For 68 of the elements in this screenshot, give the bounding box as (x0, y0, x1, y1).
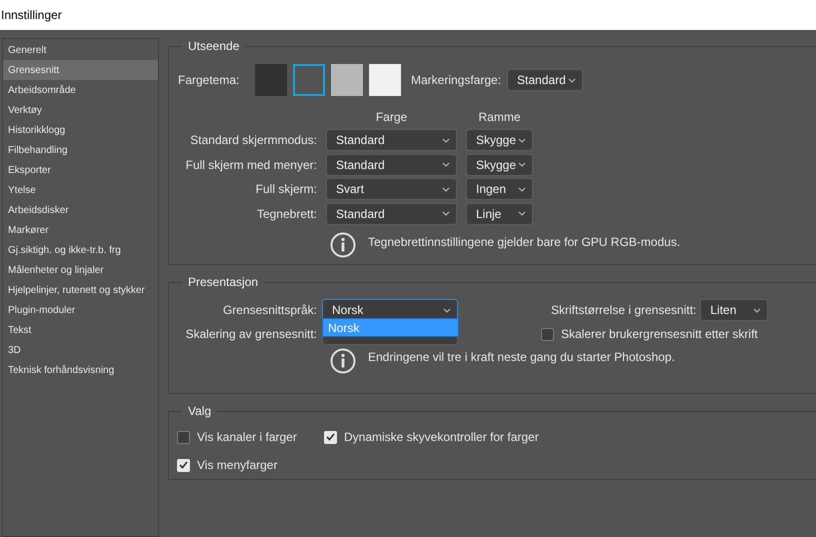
caret-icon (443, 308, 451, 312)
checkbox-label: Dynamiske skyvekontroller for farger (344, 429, 539, 446)
dropdown[interactable]: Standard (326, 129, 457, 151)
sidebar-item[interactable]: Historikklogg (3, 120, 158, 140)
checkbox[interactable] (541, 328, 554, 340)
sidebar-item[interactable]: Målenheter og linjaler (3, 260, 158, 280)
caret-icon (518, 186, 526, 192)
dropdown[interactable]: Ingen (466, 178, 533, 200)
theme-swatch[interactable] (293, 64, 325, 96)
info-note: Endringene vil tre i kraft neste gang du starter Photoshop. (368, 349, 675, 366)
checkbox-label: Vis kanaler i farger (197, 429, 297, 446)
info-note: Tegnebrettinnstillingene gjelder bare for GPU RGB-modus. (368, 234, 680, 250)
field-label: Full skjerm: (254, 181, 317, 198)
sidebar-item[interactable]: Teknisk forhåndsvisning (3, 360, 158, 380)
caret-icon (442, 211, 450, 216)
info-icon (330, 232, 356, 258)
caret-icon (753, 308, 762, 312)
caret-icon (442, 162, 450, 167)
sidebar-item[interactable]: Plugin-moduler (3, 300, 158, 320)
field-label: Grensesnittspråk: (222, 302, 317, 319)
checkbox-label: Vis menyfarger (197, 457, 278, 474)
sidebar-item[interactable]: Grensesnitt (3, 60, 158, 80)
dropdown[interactable]: Standard (326, 202, 457, 224)
dropdown[interactable]: Standard (326, 154, 457, 176)
sidebar-item[interactable]: Tekst (3, 320, 158, 340)
sidebar-item[interactable]: Arbeidsområde (3, 80, 158, 100)
dropdown[interactable]: Standard (507, 69, 584, 91)
theme-swatch[interactable] (331, 64, 363, 96)
sidebar-item[interactable]: Generelt (3, 40, 158, 60)
sidebar-item[interactable]: Markører (3, 220, 158, 240)
field-label: Standard skjermmodus: (189, 132, 317, 149)
field-label: Full skjerm med menyer: (184, 156, 317, 174)
checkbox-label: Skalerer brukergrensesnitt etter skrift (561, 326, 758, 343)
dropdown[interactable]: Skygge (466, 129, 533, 151)
sidebar-item[interactable]: Gj.siktigh. og ikke-tr.b. frg (3, 240, 158, 260)
column-header: Farge (374, 109, 408, 126)
caret-icon (518, 162, 526, 167)
group-title: Valg (182, 403, 218, 419)
caret-icon (568, 78, 576, 82)
caret-icon (518, 138, 526, 142)
field-label: Markeringsfarge: (411, 72, 502, 89)
dropdown[interactable]: Svart (326, 178, 457, 200)
window-title: Innstillinger (0, 7, 62, 24)
sidebar-item[interactable]: Filbehandling (3, 140, 158, 160)
checkmark-icon (179, 461, 188, 469)
caret-icon (442, 186, 450, 192)
theme-swatch[interactable] (255, 64, 287, 96)
dropdown[interactable]: Skygge (466, 154, 533, 176)
sidebar-item[interactable]: Verktøy (3, 100, 158, 120)
theme-swatch[interactable] (369, 64, 401, 96)
dropdown[interactable]: Linje (466, 202, 533, 224)
column-header: Ramme (477, 109, 522, 126)
info-icon (330, 348, 356, 374)
field-label: Tegnebrett: (256, 206, 317, 222)
sidebar-item[interactable]: Ytelse (3, 180, 158, 200)
field-label: Skalering av grensesnitt: (184, 326, 317, 343)
caret-icon (518, 211, 526, 216)
caret-icon (442, 138, 450, 142)
field-label: Skriftstørrelse i grensesnitt: (551, 302, 696, 319)
checkmark-icon (326, 433, 335, 441)
sidebar-item[interactable]: Eksporter (3, 160, 158, 180)
group-title: Presentasjon (182, 274, 264, 290)
sidebar-item[interactable]: Hjelpelinjer, rutenett og stykker (3, 280, 158, 300)
dropdown[interactable]: Liten (700, 299, 768, 321)
field-label: Fargetema: (178, 72, 240, 89)
sidebar-item[interactable]: 3D (3, 340, 158, 360)
sidebar-item[interactable]: Arbeidsdisker (3, 200, 158, 220)
checkbox[interactable] (177, 430, 190, 444)
